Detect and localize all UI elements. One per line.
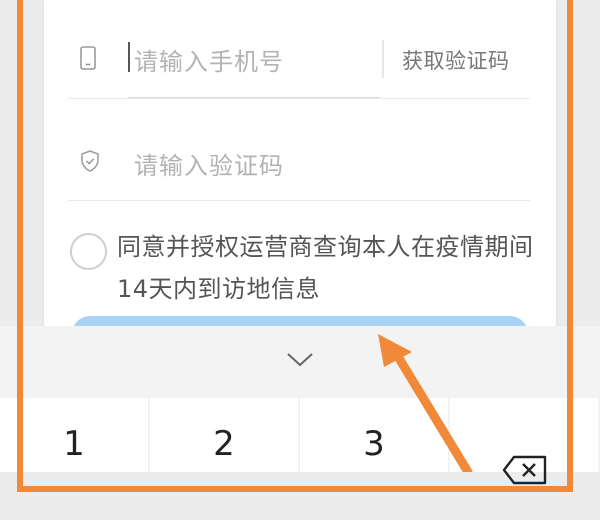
backspace-icon [502, 428, 548, 520]
key-1[interactable]: 1 [0, 398, 148, 472]
key-2[interactable]: 2 [150, 398, 298, 472]
agreement-checkbox[interactable] [70, 233, 107, 270]
phone-input[interactable]: 请输入手机号 [134, 42, 284, 77]
delete-key[interactable] [450, 398, 598, 485]
agreement-text: 同意并授权运营商查询本人在疫情期间14天内到访地信息 [117, 233, 534, 303]
key-3[interactable]: 3 [300, 398, 448, 472]
keyboard-toolbar [0, 326, 600, 396]
chevron-down-icon[interactable] [286, 352, 314, 372]
shield-icon [80, 150, 100, 176]
text-caret [128, 42, 130, 72]
get-code-button[interactable]: 获取验证码 [402, 45, 510, 75]
numeric-keyboard: 1 2 3 [0, 326, 600, 485]
phone-input-underline [128, 97, 380, 98]
get-code-divider [382, 40, 384, 78]
phone-icon [80, 46, 96, 74]
code-input[interactable]: 请输入验证码 [134, 146, 284, 181]
